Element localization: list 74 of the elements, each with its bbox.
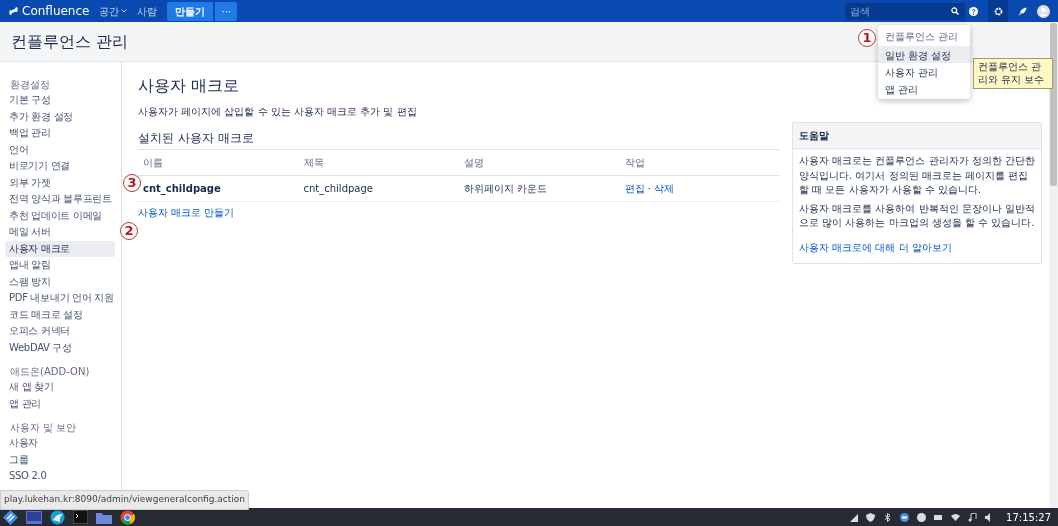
browser-icon[interactable] xyxy=(120,509,135,525)
description-text: 사용자가 페이지에 삽입할 수 있는 사용자 매크로 추가 및 편집 xyxy=(138,105,418,119)
sidebar-item[interactable]: 그룹 xyxy=(5,451,115,468)
sidebar-item[interactable]: SSO 2.0 xyxy=(5,468,115,485)
sidebar-heading: 환경설정 xyxy=(10,78,51,91)
content-title: 사용자 매크로 xyxy=(138,75,241,97)
sidebar-item[interactable]: 사용자 매크로 xyxy=(5,240,115,257)
sidebar-item[interactable]: 비로기기 연결 xyxy=(5,158,115,175)
network-icon[interactable] xyxy=(849,512,859,522)
menu-item[interactable]: 사용자 관리 xyxy=(878,63,970,80)
menu-heading: 컨플루언스 관리 xyxy=(884,30,960,44)
table-cell: cnt_childpage xyxy=(298,175,459,202)
circle-icon[interactable] xyxy=(917,512,927,522)
scrollbar[interactable] xyxy=(1049,22,1058,508)
search-field[interactable]: 검색 xyxy=(845,2,965,20)
settings-icon[interactable] xyxy=(993,6,1003,16)
create-button[interactable]: 만들기 xyxy=(167,1,214,21)
battery-icon[interactable] xyxy=(934,512,944,522)
more-button[interactable]: ··· xyxy=(214,1,237,21)
sidebar-item[interactable]: 스팸 방지 xyxy=(5,273,115,290)
actions-link[interactable]: 편집 · 삭제 xyxy=(624,183,675,194)
sidebar-item[interactable]: 앱내 알림 xyxy=(5,257,115,274)
sidebar-item[interactable]: PDF 내보내기 언어 지원 xyxy=(5,290,115,307)
shield-icon[interactable] xyxy=(866,512,876,522)
sidebar-heading: 사용자 및 보안 xyxy=(10,421,78,434)
terminal-icon[interactable] xyxy=(73,510,88,524)
sidebar-item[interactable]: 추가 환경 설정 xyxy=(5,108,115,125)
music-icon[interactable] xyxy=(968,512,978,522)
sidebar-item[interactable]: 언어 xyxy=(5,141,115,158)
status-url: play.lukehan.kr:8090/admin/viewgeneralconfig.action xyxy=(0,490,250,510)
sidebar-item[interactable]: WebDAV 구성 xyxy=(5,339,115,356)
sidebar-item[interactable]: 추천 업데이트 이메일 xyxy=(5,207,115,224)
section-title: 설치된 사용자 매크로 xyxy=(138,129,780,150)
annotation-badge: 2 xyxy=(120,222,138,240)
learn-more-link[interactable]: 사용자 매크로에 대해 더 알아보기 xyxy=(799,240,952,255)
caret-icon[interactable] xyxy=(121,9,128,13)
help-text: 사용자 매크로는 컨플루언스 관리자가 정의한 간단한 양식입니다. 여기서 정의된 매크로는 페이지를 편집할 때 모든 사용자가 사용할 수 있습니다. xyxy=(799,154,1035,197)
launcher-icon[interactable] xyxy=(3,509,18,525)
help-text: 사용자 매크로를 사용하여 반복적인 문장이나 일반적으로 많이 사용하는 마크업의 생성을 할 수 있습니다. xyxy=(799,201,1035,230)
sidebar-item[interactable]: 오피스 커넥터 xyxy=(5,323,115,340)
sidebar-item[interactable]: 백업 관리 xyxy=(5,125,115,142)
sidebar-item[interactable]: 메일 서버 xyxy=(5,224,115,241)
column-header: 이름 xyxy=(138,150,299,176)
sidebar-heading: 애드온(ADD-ON) xyxy=(10,365,91,378)
column-header: 작업 xyxy=(619,150,780,176)
avatar-icon[interactable] xyxy=(1037,4,1050,18)
column-header: 제목 xyxy=(298,150,459,176)
sidebar-item[interactable]: 새 앱 찾기 xyxy=(5,379,115,396)
column-header: 설명 xyxy=(459,150,620,176)
annotation-badge: 3 xyxy=(123,174,141,192)
logo-text: Confluence xyxy=(22,3,90,20)
table-cell: 하위페이지 카운드 xyxy=(459,175,620,202)
nav-link[interactable]: 공간 xyxy=(99,3,120,19)
rocket-icon[interactable] xyxy=(1018,6,1027,16)
sidebar-item[interactable]: 기본 구성 xyxy=(5,92,115,109)
menu-item[interactable]: 일반 환경 설정 xyxy=(878,46,970,63)
help-icon[interactable] xyxy=(969,6,978,16)
chat-icon[interactable] xyxy=(900,512,910,522)
sidebar-item[interactable]: 외부 가젯 xyxy=(5,174,115,191)
create-macro-link[interactable]: 사용자 매크로 만들기 xyxy=(138,205,235,220)
bluetooth-icon[interactable] xyxy=(883,512,893,522)
window-icon[interactable] xyxy=(26,510,42,524)
wifi-icon[interactable] xyxy=(951,512,961,522)
sidebar-item[interactable]: 사용자 xyxy=(5,435,115,452)
logo-icon xyxy=(8,6,19,16)
help-title: 도움말 xyxy=(793,123,1041,149)
sidebar-item[interactable]: 코드 매크로 설정 xyxy=(5,306,115,323)
menu-item[interactable]: 앱 관리 xyxy=(878,80,970,97)
clock: 17:15:27 xyxy=(1006,510,1051,525)
sidebar-item[interactable]: 앱 관리 xyxy=(5,395,115,412)
sidebar-item[interactable]: 전역 양식과 블루프린트 xyxy=(5,191,115,208)
bird-icon[interactable] xyxy=(50,509,65,525)
tooltip: 컨플루언스 관리와 유지 보수 xyxy=(973,58,1053,89)
nav-link[interactable]: 사람 xyxy=(137,3,158,19)
